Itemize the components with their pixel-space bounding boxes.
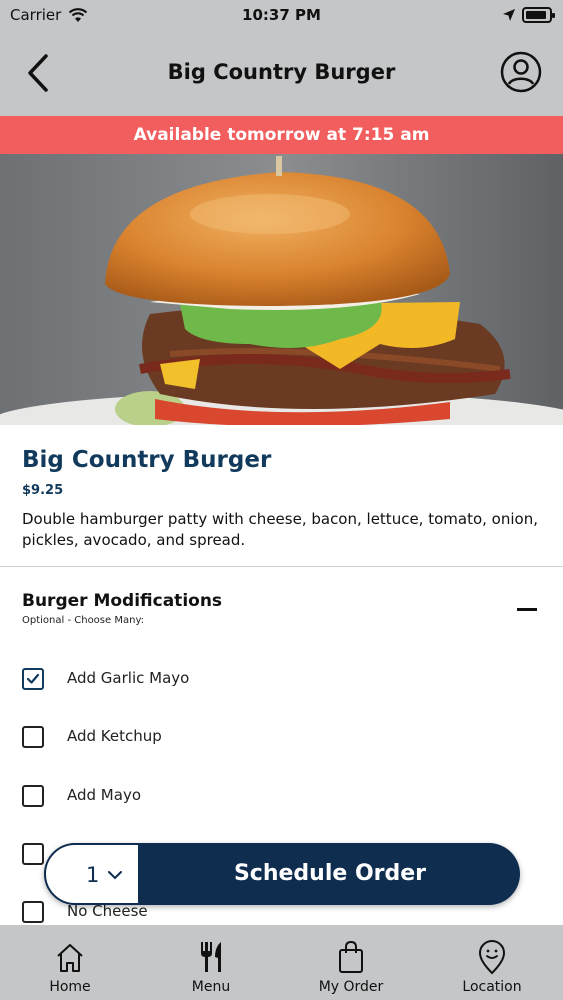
checkbox[interactable] — [22, 901, 44, 923]
option-label: Add Garlic Mayo — [67, 669, 190, 687]
page-title: Big Country Burger — [167, 60, 396, 84]
checkbox[interactable] — [22, 726, 44, 748]
checkbox[interactable] — [22, 785, 44, 807]
nav-bar: Big Country Burger — [0, 30, 563, 116]
fork-knife-icon — [201, 942, 221, 972]
quantity-value: 1 — [86, 863, 100, 887]
option-add-mayo[interactable]: Add Mayo — [22, 782, 422, 812]
option-label: Add Mayo — [67, 786, 141, 804]
status-time: 10:37 PM — [242, 6, 321, 24]
status-bar: Carrier 10:37 PM — [0, 0, 563, 30]
collapse-section-button[interactable] — [514, 598, 540, 620]
checkbox[interactable] — [22, 843, 44, 865]
location-pin-icon — [478, 940, 506, 975]
chevron-down-icon — [108, 871, 122, 880]
checkmark-icon — [26, 673, 40, 684]
home-icon — [57, 944, 83, 972]
availability-banner: Available tomorrow at 7:15 am — [0, 116, 563, 154]
product-description: Double hamburger patty with cheese, baco… — [22, 510, 538, 549]
product-image — [0, 154, 563, 425]
option-add-garlic-mayo[interactable]: Add Garlic Mayo — [22, 665, 422, 695]
location-arrow-icon — [503, 9, 515, 21]
battery-icon — [522, 7, 555, 23]
tab-label: Location — [462, 979, 522, 995]
tab-label: Home — [49, 979, 91, 995]
quantity-selector[interactable]: 1 — [44, 843, 140, 905]
shopping-bag-icon — [339, 940, 363, 973]
back-button[interactable] — [20, 50, 60, 96]
tab-location[interactable]: Location — [422, 925, 562, 1000]
tab-menu[interactable]: Menu — [141, 925, 281, 1000]
checkbox-checked[interactable] — [22, 668, 44, 690]
tab-my-order[interactable]: My Order — [281, 925, 421, 1000]
order-bar: 1 Schedule Order — [44, 843, 520, 905]
tab-label: My Order — [318, 979, 384, 995]
product-price: $9.25 — [22, 483, 64, 498]
product-name: Big Country Burger — [22, 447, 272, 473]
option-add-ketchup[interactable]: Add Ketchup — [22, 723, 422, 753]
modifications-title: Burger Modifications — [22, 591, 223, 611]
schedule-order-button[interactable]: Schedule Order — [140, 843, 520, 905]
tab-label: Menu — [191, 979, 231, 995]
tab-bar: Home Menu My Order Location — [0, 925, 563, 1000]
profile-button[interactable] — [499, 50, 543, 94]
modifications-subtitle: Optional - Choose Many: — [22, 615, 144, 626]
option-label: Add Ketchup — [67, 727, 162, 745]
divider — [0, 566, 563, 567]
tab-home[interactable]: Home — [0, 925, 140, 1000]
